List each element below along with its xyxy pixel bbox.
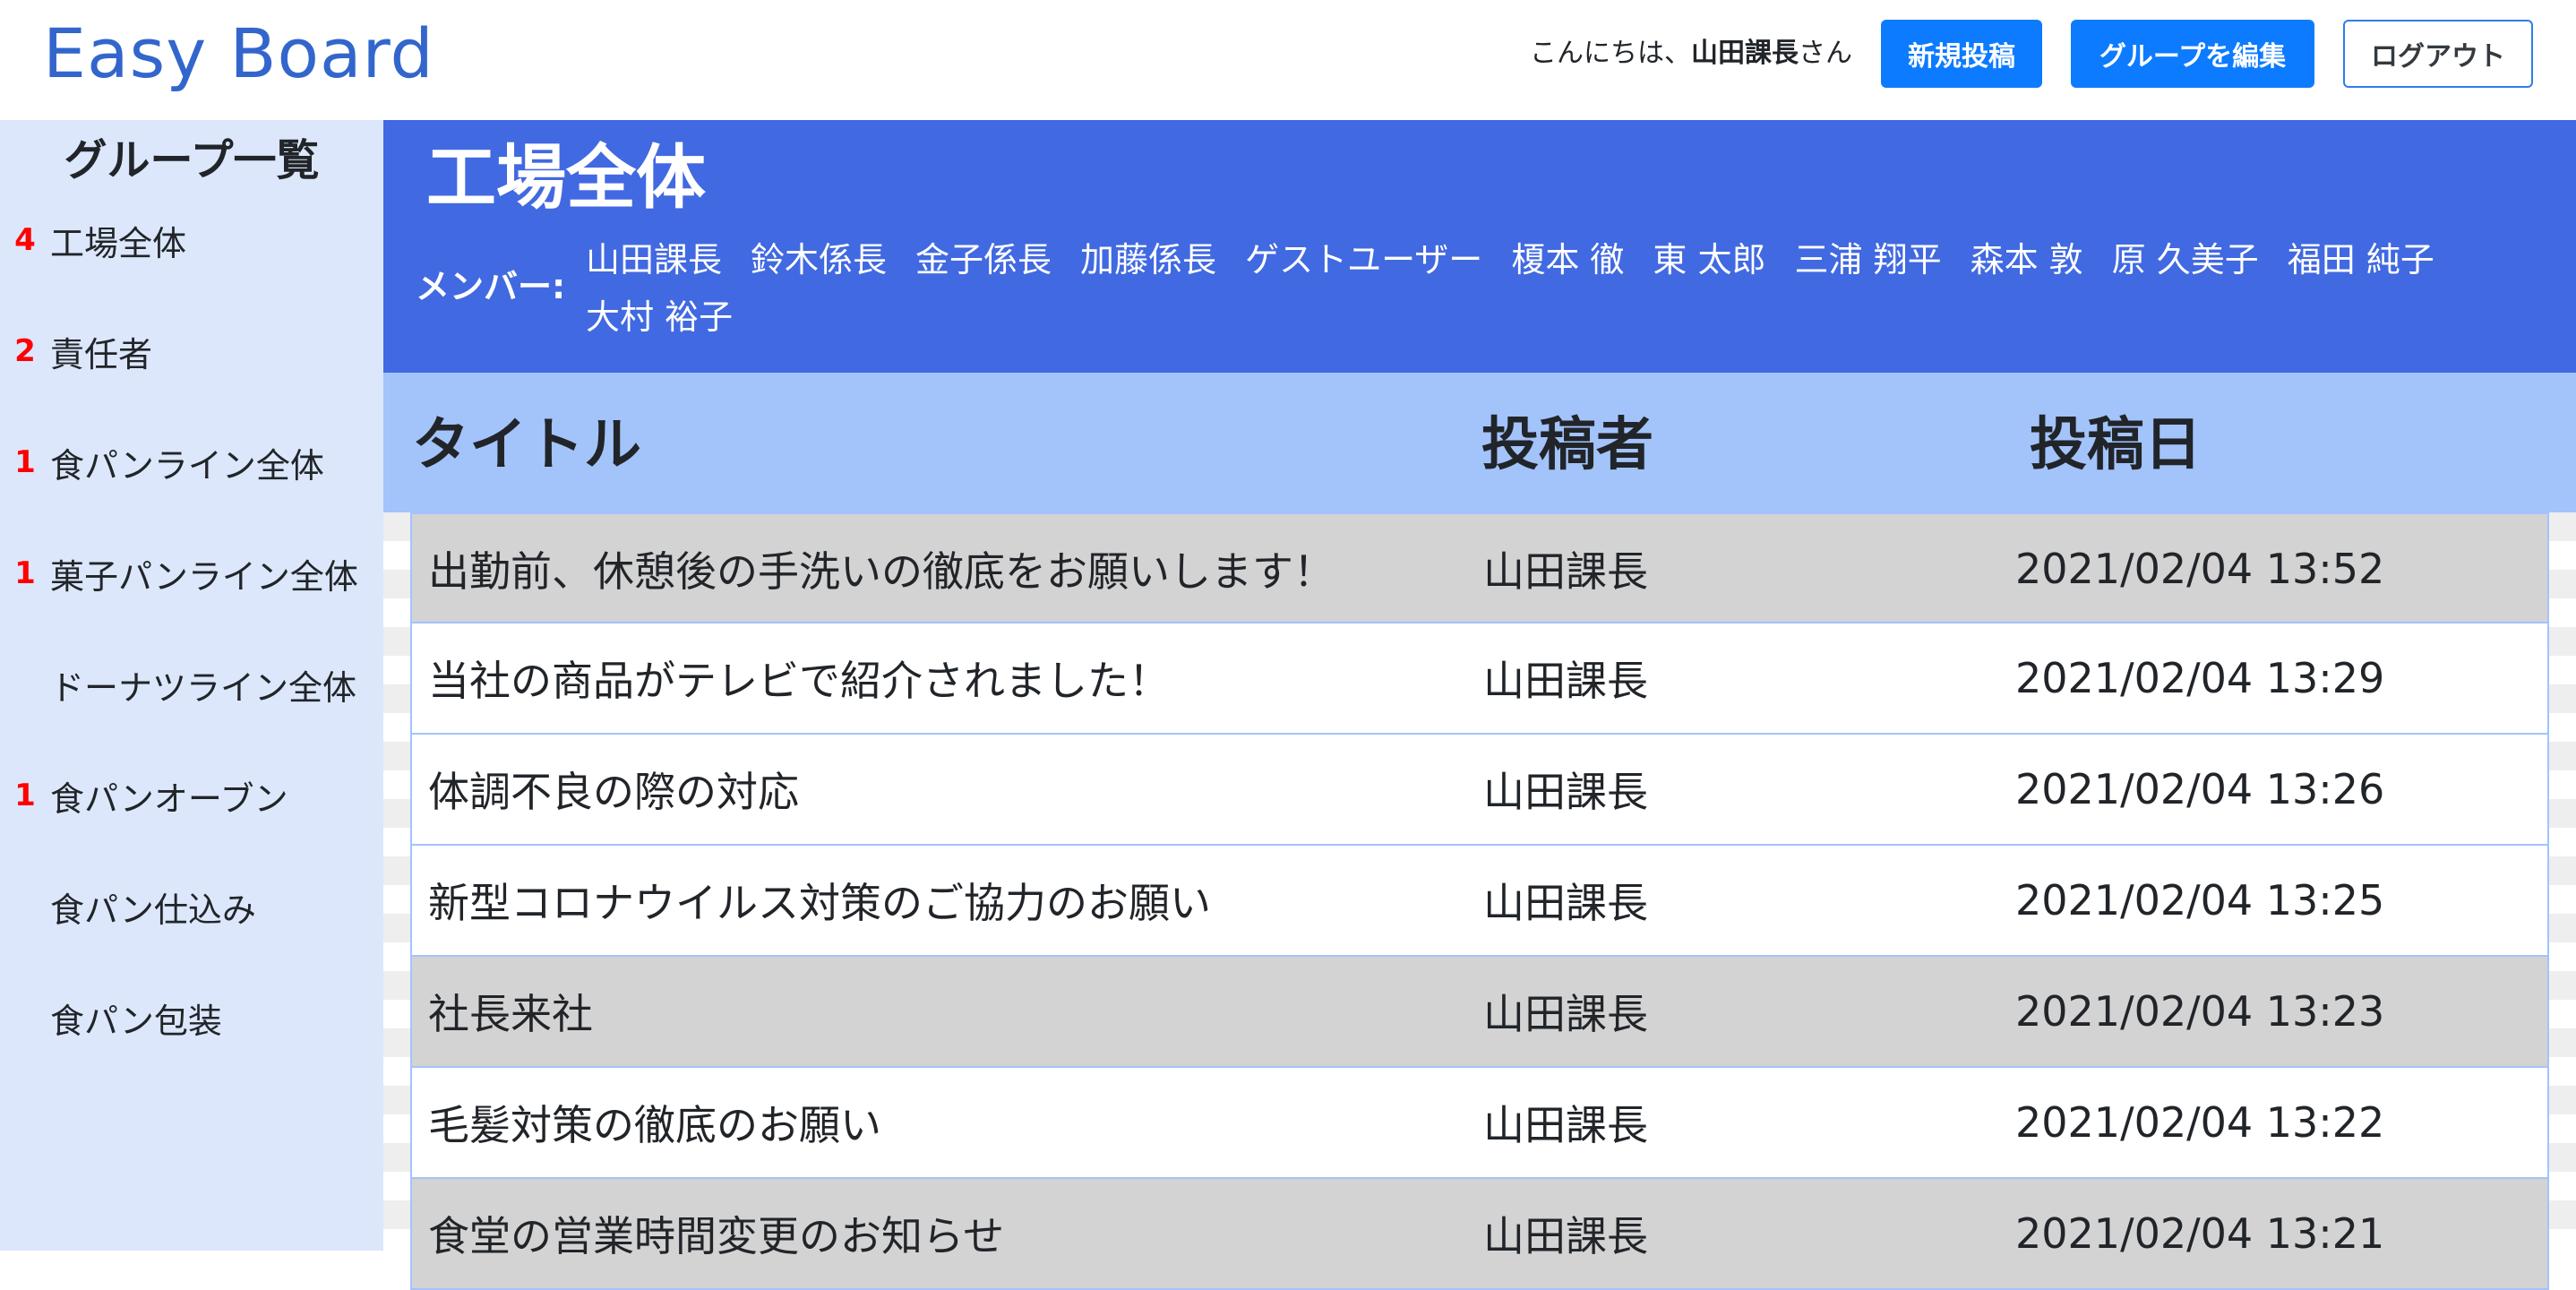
post-row[interactable]: 当社の商品がテレビで紹介されました！ 山田課長 2021/02/04 13:29 [410, 624, 2549, 735]
column-header-author: 投稿者 [1481, 412, 1653, 478]
post-author: 山田課長 [1483, 657, 1648, 705]
member-name: 福田 純子 [2287, 240, 2434, 280]
post-title[interactable]: 体調不良の際の対応 [428, 735, 799, 844]
sidebar-item[interactable]: 2 責任者 [0, 315, 383, 387]
sidebar-item-label: 工場全体 [50, 223, 187, 263]
logout-button[interactable]: ログアウト [2343, 20, 2533, 88]
members-label: メンバー: [416, 267, 566, 306]
member-name: 榎本 徹 [1511, 240, 1625, 280]
post-date: 2021/02/04 13:23 [2015, 987, 2385, 1036]
member-name: 大村 裕子 [586, 297, 734, 337]
greeting-user: 山田課長 [1691, 38, 1799, 69]
member-name: ゲストユーザー [1245, 240, 1483, 280]
sidebar-item-label: 菓子パンライン全体 [50, 556, 358, 597]
post-row[interactable]: 新型コロナウイルス対策のご協力のお願い 山田課長 2021/02/04 13:25 [410, 846, 2549, 957]
post-author: 山田課長 [1483, 879, 1648, 927]
sidebar-item[interactable]: 1 菓子パンライン全体 [0, 538, 383, 609]
unread-count-badge: 1 [14, 444, 36, 480]
post-author: 山田課長 [1483, 990, 1648, 1038]
posts-table: 出勤前、休憩後の手洗いの徹底をお願いします！ 山田課長 2021/02/04 13:… [410, 512, 2549, 1290]
sidebar-item[interactable]: ドーナツライン全体 [0, 649, 383, 720]
sidebar-item-label: 食パンオーブン [50, 778, 288, 819]
sidebar-item-label: 食パン包装 [50, 1001, 222, 1041]
member-name: 加藤係長 [1080, 240, 1217, 280]
unread-count-badge: 1 [14, 555, 36, 591]
unread-count-badge: 2 [14, 333, 36, 369]
column-header-title: タイトル [412, 412, 641, 478]
sidebar-item[interactable]: 食パン包装 [0, 982, 383, 1054]
greeting-prefix: こんにちは、 [1530, 38, 1691, 69]
sidebar-title: グループ一覧 [64, 135, 320, 185]
member-name: 原 久美子 [2111, 240, 2259, 280]
post-title[interactable]: 毛髪対策の徹底のお願い [428, 1068, 881, 1177]
post-date: 2021/02/04 13:21 [2015, 1209, 2385, 1258]
new-post-button[interactable]: 新規投稿 [1881, 20, 2042, 88]
post-author: 山田課長 [1483, 768, 1648, 816]
member-name: 金子係長 [915, 240, 1052, 280]
edit-group-button[interactable]: グループを編集 [2071, 20, 2314, 88]
unread-count-badge: 4 [14, 222, 36, 258]
post-date: 2021/02/04 13:26 [2015, 765, 2385, 813]
post-title[interactable]: 出勤前、休憩後の手洗いの徹底をお願いします！ [428, 514, 1335, 624]
member-name: 山田課長 [586, 240, 723, 280]
group-title: 工場全体 [426, 138, 707, 219]
table-header: タイトル 投稿者 投稿日 [383, 373, 2576, 512]
post-date: 2021/02/04 13:29 [2015, 654, 2385, 702]
post-row[interactable]: 社長来社 山田課長 2021/02/04 13:23 [410, 957, 2549, 1068]
post-row[interactable]: 毛髪対策の徹底のお願い 山田課長 2021/02/04 13:22 [410, 1068, 2549, 1179]
members-list: 山田課長 鈴木係長 金子係長 加藤係長 ゲストユーザー 榎本 徹東 太郎 三浦 翔平 森本 敦… [586, 236, 2556, 340]
member-name: 森本 敦 [1970, 240, 2083, 280]
sidebar-item-label: ドーナツライン全体 [50, 667, 357, 708]
sidebar-item-label: 食パンライン全体 [50, 445, 324, 486]
post-author: 山田課長 [1483, 547, 1648, 596]
group-header: 工場全体 メンバー: 山田課長 鈴木係長 金子係長 加藤係長 ゲストユーザー 榎本 徹東 … [383, 120, 2576, 373]
sidebar-item-label: 責任者 [50, 334, 153, 374]
post-row[interactable]: 体調不良の際の対応 山田課長 2021/02/04 13:26 [410, 735, 2549, 846]
post-title[interactable]: 食堂の営業時間変更のお知らせ [428, 1179, 1004, 1288]
navbar: Easy Board こんにちは、山田課長さん 新規投稿 グループを編集 ログア… [0, 0, 2576, 120]
member-name: 鈴木係長 [751, 240, 888, 280]
member-name: 東 太郎 [1653, 240, 1766, 280]
post-row[interactable]: 出勤前、休憩後の手洗いの徹底をお願いします！ 山田課長 2021/02/04 13:… [410, 512, 2549, 624]
sidebar-item[interactable]: 4 工場全体 [0, 204, 383, 276]
post-author: 山田課長 [1483, 1212, 1648, 1260]
group-sidebar: グループ一覧 4 工場全体 2 責任者 1 食パンライン全体 1 菓子パンライン全体 ドーナツラ… [0, 120, 383, 1251]
post-date: 2021/02/04 13:25 [2015, 876, 2385, 924]
post-date: 2021/02/04 13:52 [2015, 545, 2385, 593]
post-row[interactable]: 食堂の営業時間変更のお知らせ 山田課長 2021/02/04 13:21 [410, 1179, 2549, 1290]
post-date: 2021/02/04 13:22 [2015, 1098, 2385, 1147]
brand-logo[interactable]: Easy Board [43, 13, 434, 95]
greeting-suffix: さん [1799, 38, 1852, 69]
member-name: 三浦 翔平 [1794, 240, 1942, 280]
greeting: こんにちは、山田課長さん [1530, 34, 1852, 73]
unread-count-badge: 1 [14, 778, 36, 813]
sidebar-item-label: 食パン仕込み [50, 890, 256, 930]
post-author: 山田課長 [1483, 1101, 1648, 1149]
sidebar-item[interactable]: 食パン仕込み [0, 871, 383, 942]
post-title[interactable]: 当社の商品がテレビで紹介されました！ [428, 624, 1170, 733]
column-header-date: 投稿日 [2030, 412, 2202, 478]
post-title[interactable]: 社長来社 [428, 957, 593, 1066]
sidebar-item[interactable]: 1 食パンライン全体 [0, 426, 383, 498]
sidebar-item[interactable]: 1 食パンオーブン [0, 760, 383, 831]
post-title[interactable]: 新型コロナウイルス対策のご協力のお願い [428, 846, 1211, 955]
